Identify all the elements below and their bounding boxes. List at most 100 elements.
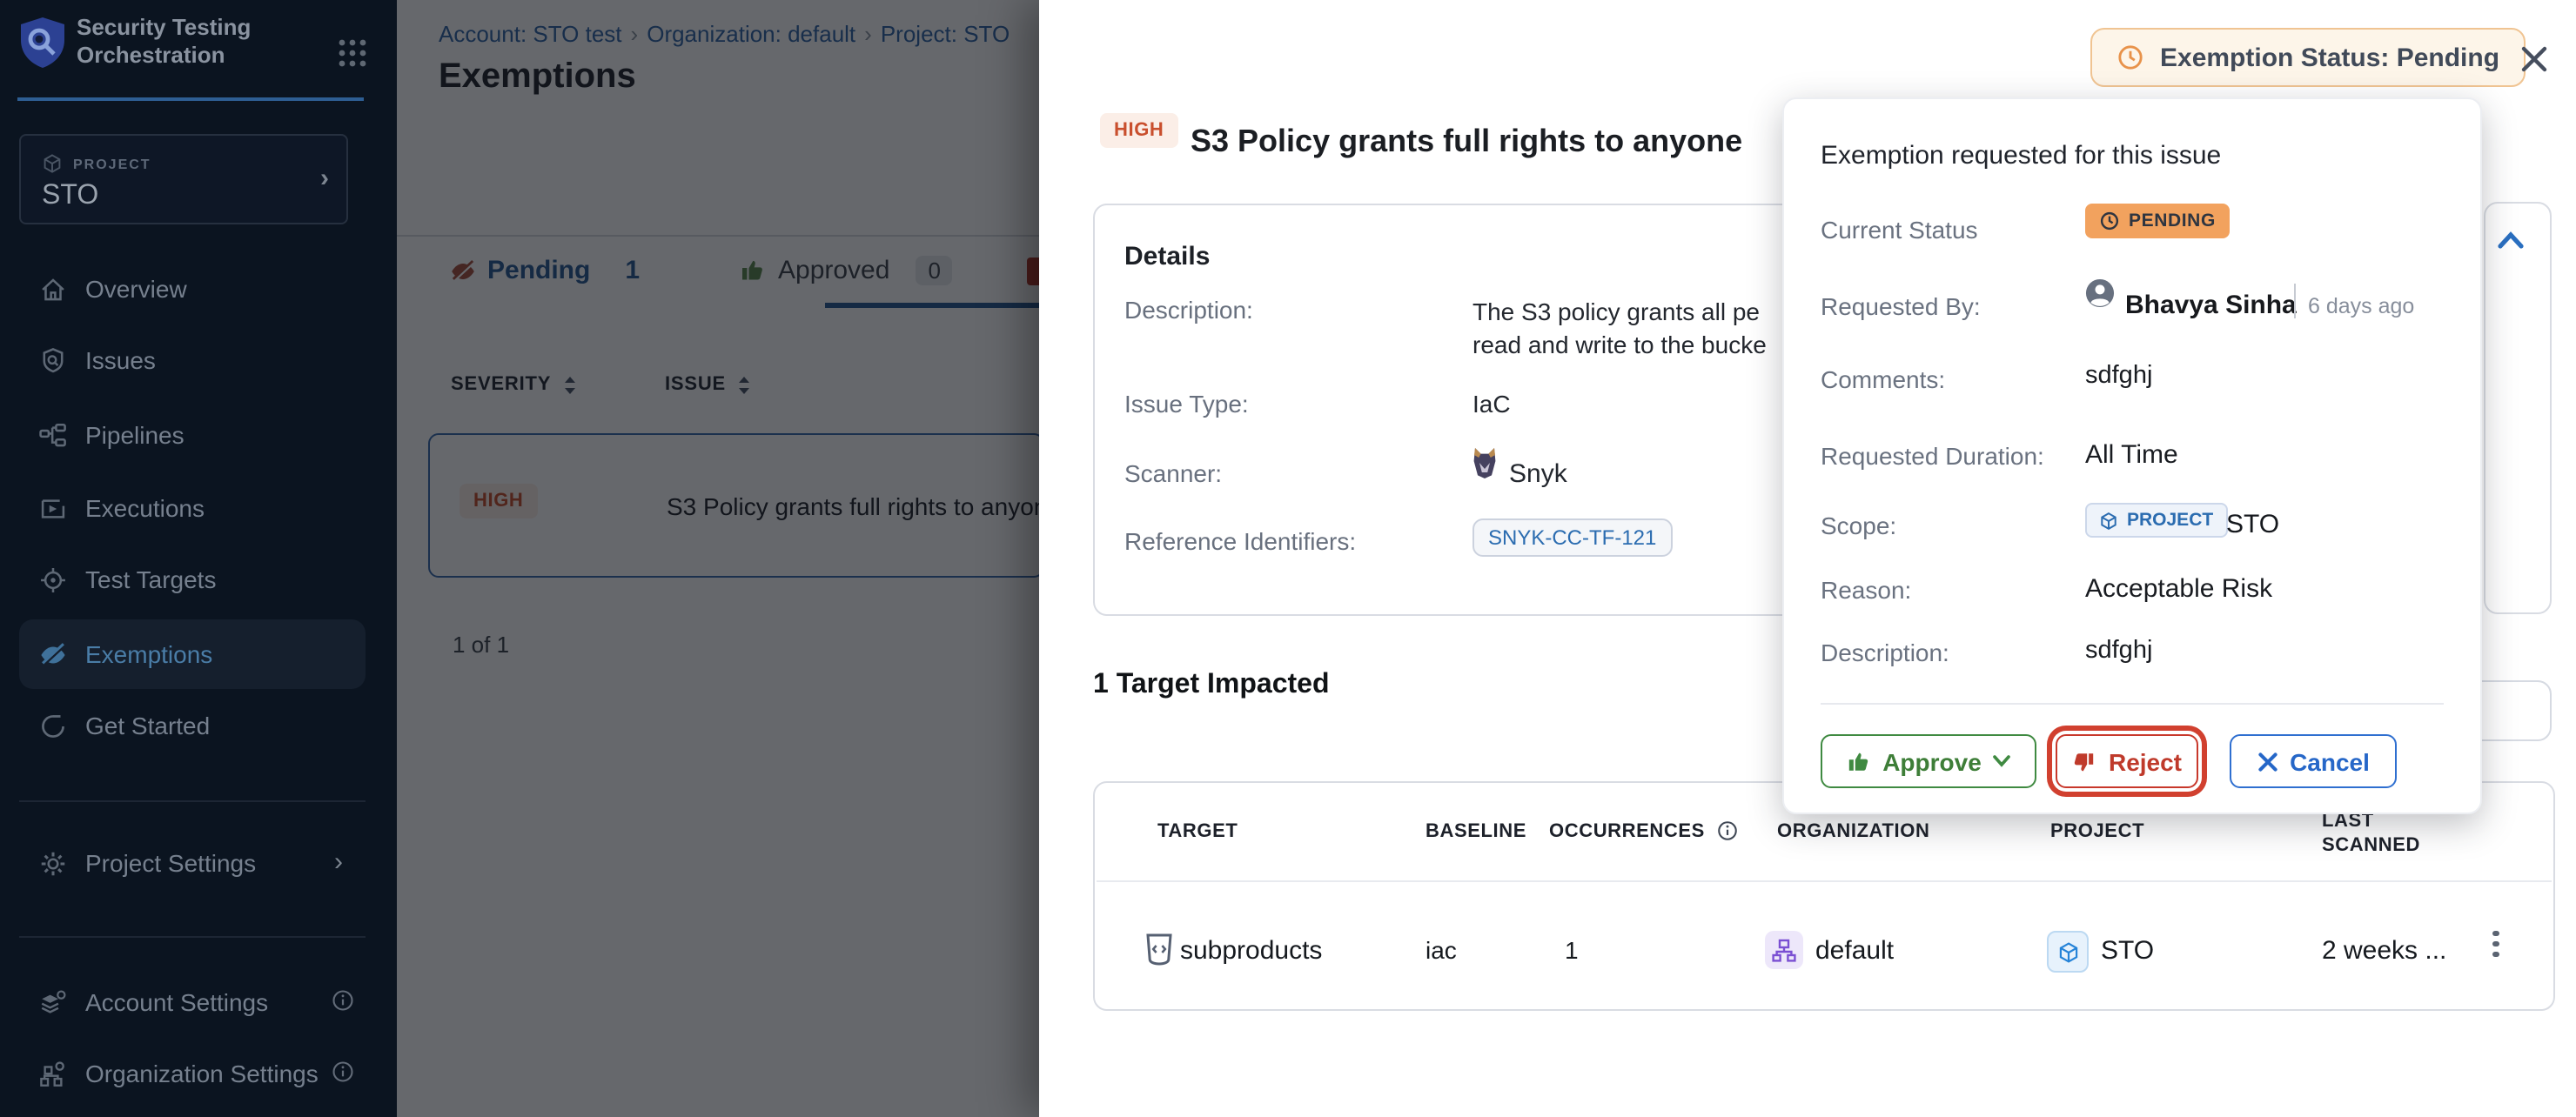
project-selector-value: STO <box>42 181 98 212</box>
sidebar-item-label: Exemptions <box>85 640 212 668</box>
pipelines-icon <box>38 420 68 450</box>
requested-duration-value: All Time <box>2085 440 2178 470</box>
occurrences-cell: 1 <box>1565 936 1579 964</box>
issue-type-label: Issue Type: <box>1124 390 1249 418</box>
sidebar-item-project-settings[interactable]: Project Settings › <box>0 833 397 893</box>
sidebar-item-label: Issues <box>85 346 156 374</box>
sidebar: Security Testing Orchestration PROJECT S… <box>0 0 397 1117</box>
cancel-button[interactable]: Cancel <box>2230 734 2397 788</box>
column-header-baseline[interactable]: BASELINE <box>1426 821 1526 842</box>
comments-label: Comments: <box>1821 365 1945 393</box>
scanner-value: Snyk <box>1509 459 1567 489</box>
reason-value: Acceptable Risk <box>2085 574 2272 604</box>
column-header-last-scanned[interactable]: LAST SCANNED <box>2322 809 2430 858</box>
sidebar-divider <box>19 800 366 802</box>
eye-off-icon <box>38 639 68 669</box>
sidebar-item-label: Test Targets <box>85 565 216 593</box>
reference-identifier-chip[interactable]: SNYK-CC-TF-121 <box>1472 518 1672 557</box>
clock-icon <box>2099 211 2120 231</box>
column-header-target[interactable]: TARGET <box>1157 821 1238 842</box>
column-header-occurrences[interactable]: OCCURRENCES <box>1549 821 1705 842</box>
last-scanned-cell: 2 weeks ... <box>2322 936 2446 966</box>
sidebar-item-organization-settings[interactable]: Organization Settings <box>0 1044 397 1103</box>
close-icon[interactable] <box>2520 45 2548 73</box>
requested-by-value: Bhavya Sinha <box>2125 291 2297 320</box>
exemption-request-popup: Exemption requested for this issue Curre… <box>1782 97 2482 814</box>
reference-identifiers-label: Reference Identifiers: <box>1124 527 1356 555</box>
modal-dim-overlay[interactable] <box>397 0 1039 1117</box>
app-logo-shield-icon <box>19 16 66 70</box>
app-switcher-grid-9-icon[interactable] <box>338 38 367 68</box>
description-label: Description: <box>1821 639 1949 666</box>
project-selector-label: PROJECT <box>73 157 151 172</box>
info-icon[interactable] <box>331 1060 355 1084</box>
sidebar-item-overview[interactable]: Overview <box>0 259 397 318</box>
scope-label: Scope: <box>1821 512 1896 539</box>
gear-icon <box>38 848 68 878</box>
reject-button[interactable]: Reject <box>2056 734 2198 788</box>
reason-label: Reason: <box>1821 576 1911 604</box>
comments-value: sdfghj <box>2085 362 2152 390</box>
home-icon <box>38 274 68 304</box>
issue-type-value: IaC <box>1472 390 1511 418</box>
executions-play-icon <box>38 493 68 523</box>
sidebar-accent-divider <box>17 97 364 101</box>
exemption-side-card <box>2484 202 2552 614</box>
column-header-project[interactable]: PROJECT <box>2050 821 2144 842</box>
clock-icon <box>2116 43 2144 71</box>
requested-duration-label: Requested Duration: <box>1821 442 2044 470</box>
targets-table-card: TARGET BASELINE OCCURRENCES ORGANIZATION… <box>1093 781 2555 1011</box>
layers-gear-icon <box>38 987 68 1017</box>
cube-icon <box>2099 511 2118 530</box>
requested-by-label: Requested By: <box>1821 292 1981 320</box>
value-divider <box>2294 284 2296 318</box>
exemption-status-chip[interactable]: Exemption Status: Pending <box>2090 28 2526 87</box>
sidebar-item-test-targets[interactable]: Test Targets <box>0 550 397 609</box>
org-chart-gear-icon <box>38 1059 68 1088</box>
column-header-organization[interactable]: ORGANIZATION <box>1777 821 1929 842</box>
sidebar-item-label: Account Settings <box>85 988 268 1016</box>
sidebar-item-label: Project Settings <box>85 849 256 877</box>
info-icon[interactable] <box>1716 819 1739 842</box>
sidebar-item-label: Pipelines <box>85 421 184 449</box>
description-value: The S3 policy grants all pe read and wri… <box>1472 296 1767 362</box>
project-chip-icon <box>2047 931 2089 973</box>
sidebar-item-exemptions[interactable]: Exemptions <box>0 625 397 684</box>
chevron-up-icon[interactable] <box>2498 231 2524 249</box>
target-container-icon <box>1145 931 1173 966</box>
sidebar-item-pipelines[interactable]: Pipelines <box>0 405 397 465</box>
thumbs-down-icon <box>2072 749 2096 773</box>
sidebar-item-label: Executions <box>85 494 205 522</box>
table-header-divider <box>1097 880 2552 882</box>
sidebar-item-issues[interactable]: Issues <box>0 331 397 390</box>
info-icon[interactable] <box>331 988 355 1013</box>
row-menu-kebab-icon[interactable] <box>2492 926 2499 961</box>
sidebar-item-executions[interactable]: Executions <box>0 478 397 538</box>
app-title: Security Testing Orchestration <box>77 14 251 70</box>
chevron-right-icon: › <box>334 847 343 877</box>
target-icon <box>38 565 68 594</box>
avatar-icon <box>2085 278 2115 308</box>
current-status-label: Current Status <box>1821 216 1978 244</box>
baseline-cell: iac <box>1426 936 1457 964</box>
popup-heading: Exemption requested for this issue <box>1821 141 2221 171</box>
chevron-down-icon <box>1994 755 2011 767</box>
project-selector[interactable]: PROJECT STO › <box>19 134 348 224</box>
description-label: Description: <box>1124 296 1253 324</box>
get-started-icon <box>38 711 68 740</box>
project-cell: STO <box>2101 936 2154 966</box>
issue-title: S3 Policy grants full rights to anyone <box>1191 124 1742 160</box>
sidebar-item-label: Organization Settings <box>85 1060 319 1087</box>
pending-status-badge: PENDING <box>2085 204 2230 238</box>
project-cube-icon <box>42 153 63 174</box>
sidebar-item-account-settings[interactable]: Account Settings <box>0 973 397 1032</box>
app-window: Security Testing Orchestration PROJECT S… <box>0 0 2576 1117</box>
approve-button[interactable]: Approve <box>1821 734 2036 788</box>
chevron-right-icon: › <box>320 164 329 193</box>
scope-value: STO <box>2226 510 2279 539</box>
sidebar-item-label: Get Started <box>85 712 210 739</box>
shield-search-icon <box>38 345 68 375</box>
close-icon <box>2257 751 2277 772</box>
sidebar-item-get-started[interactable]: Get Started <box>0 696 397 755</box>
sidebar-divider <box>19 936 366 938</box>
